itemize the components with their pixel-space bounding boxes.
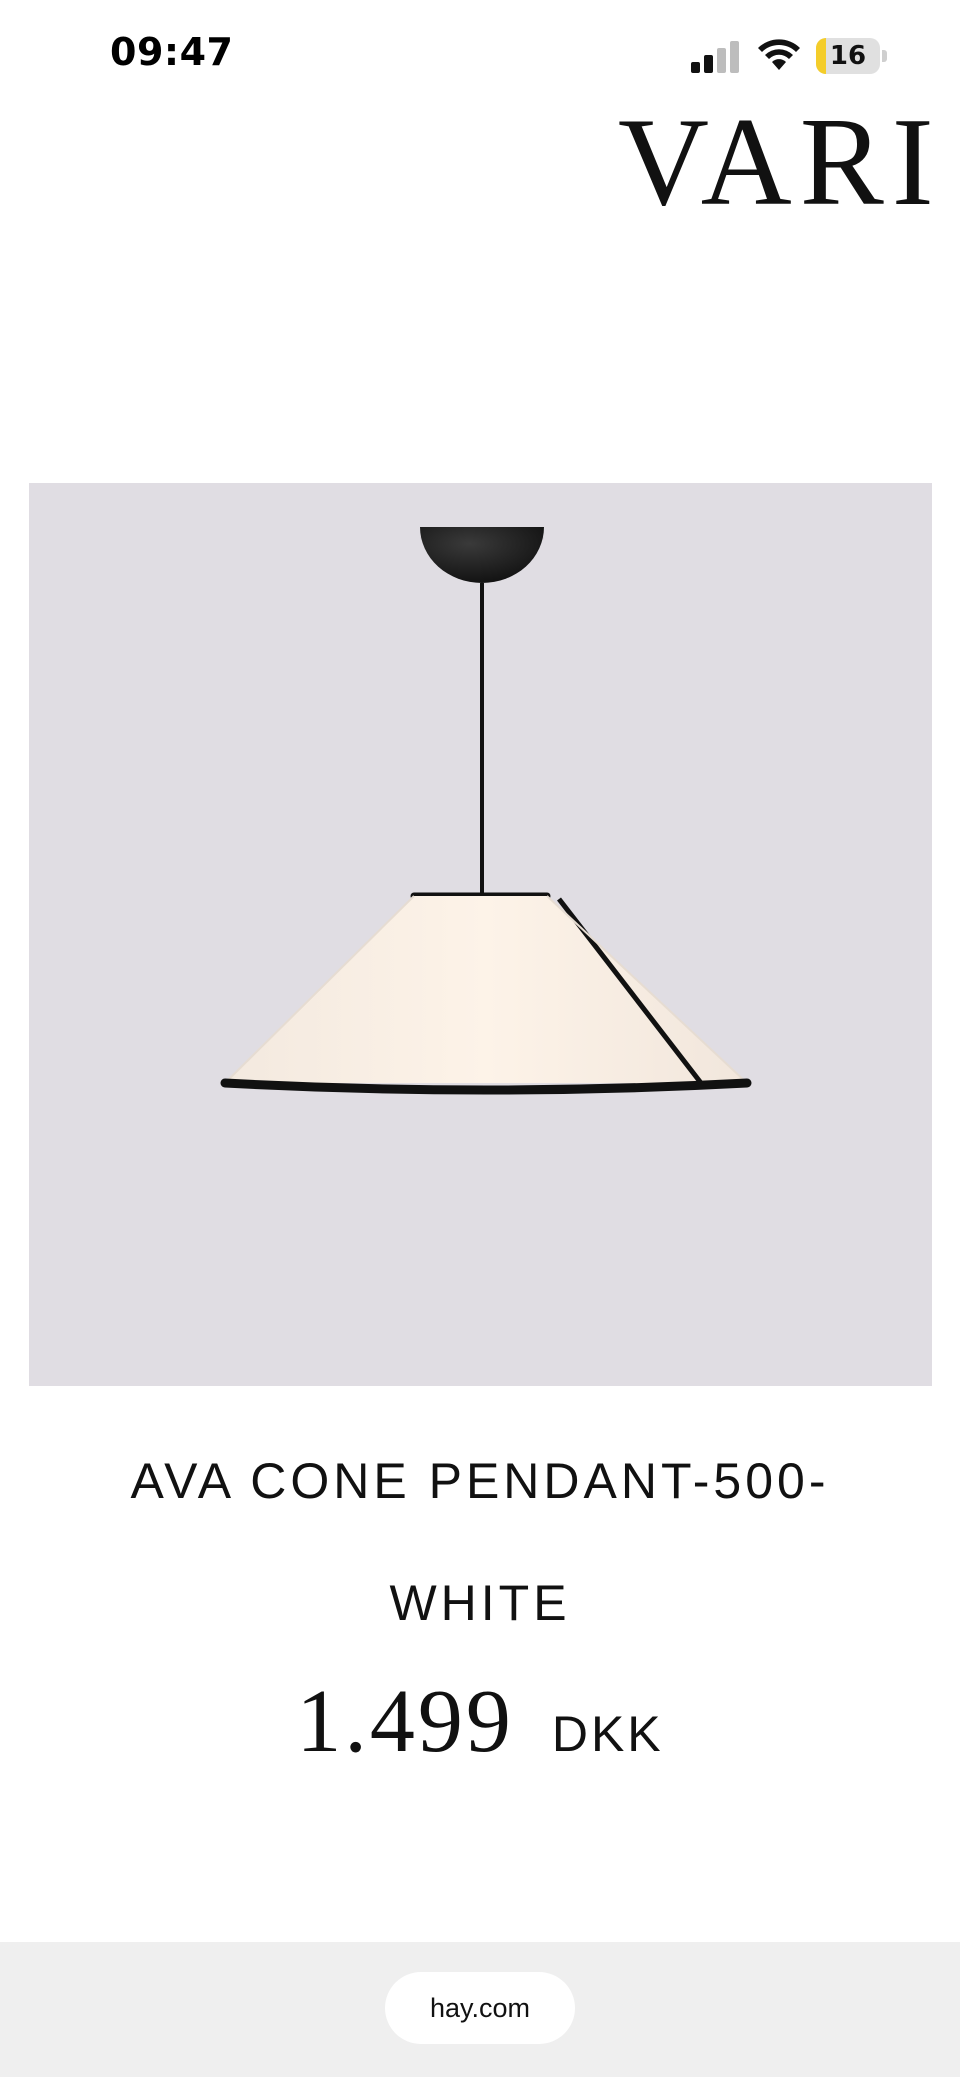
battery-icon: 16: [816, 38, 890, 74]
product-image[interactable]: [29, 483, 932, 1386]
browser-bottom-bar: hay.com: [0, 1942, 960, 2077]
brand-heading: VARI: [618, 93, 942, 232]
address-bar[interactable]: hay.com: [385, 1972, 575, 2044]
status-time: 09:47: [110, 30, 234, 74]
battery-level: 16: [816, 38, 880, 74]
price-amount: 1.499: [296, 1672, 514, 1771]
product-title: AVA CONE PENDANT-500-WHITE: [130, 1453, 830, 1631]
wifi-icon: [758, 39, 800, 70]
brand-heading-container: VARI: [0, 90, 960, 250]
battery-percent: 16: [829, 41, 867, 71]
signal-icon: [691, 41, 739, 73]
battery-tip: [882, 50, 887, 62]
price-row: 1.499 DKK: [0, 1670, 960, 1773]
pendant-lamp-illustration: [220, 527, 752, 1095]
price-currency: DKK: [551, 1706, 664, 1762]
